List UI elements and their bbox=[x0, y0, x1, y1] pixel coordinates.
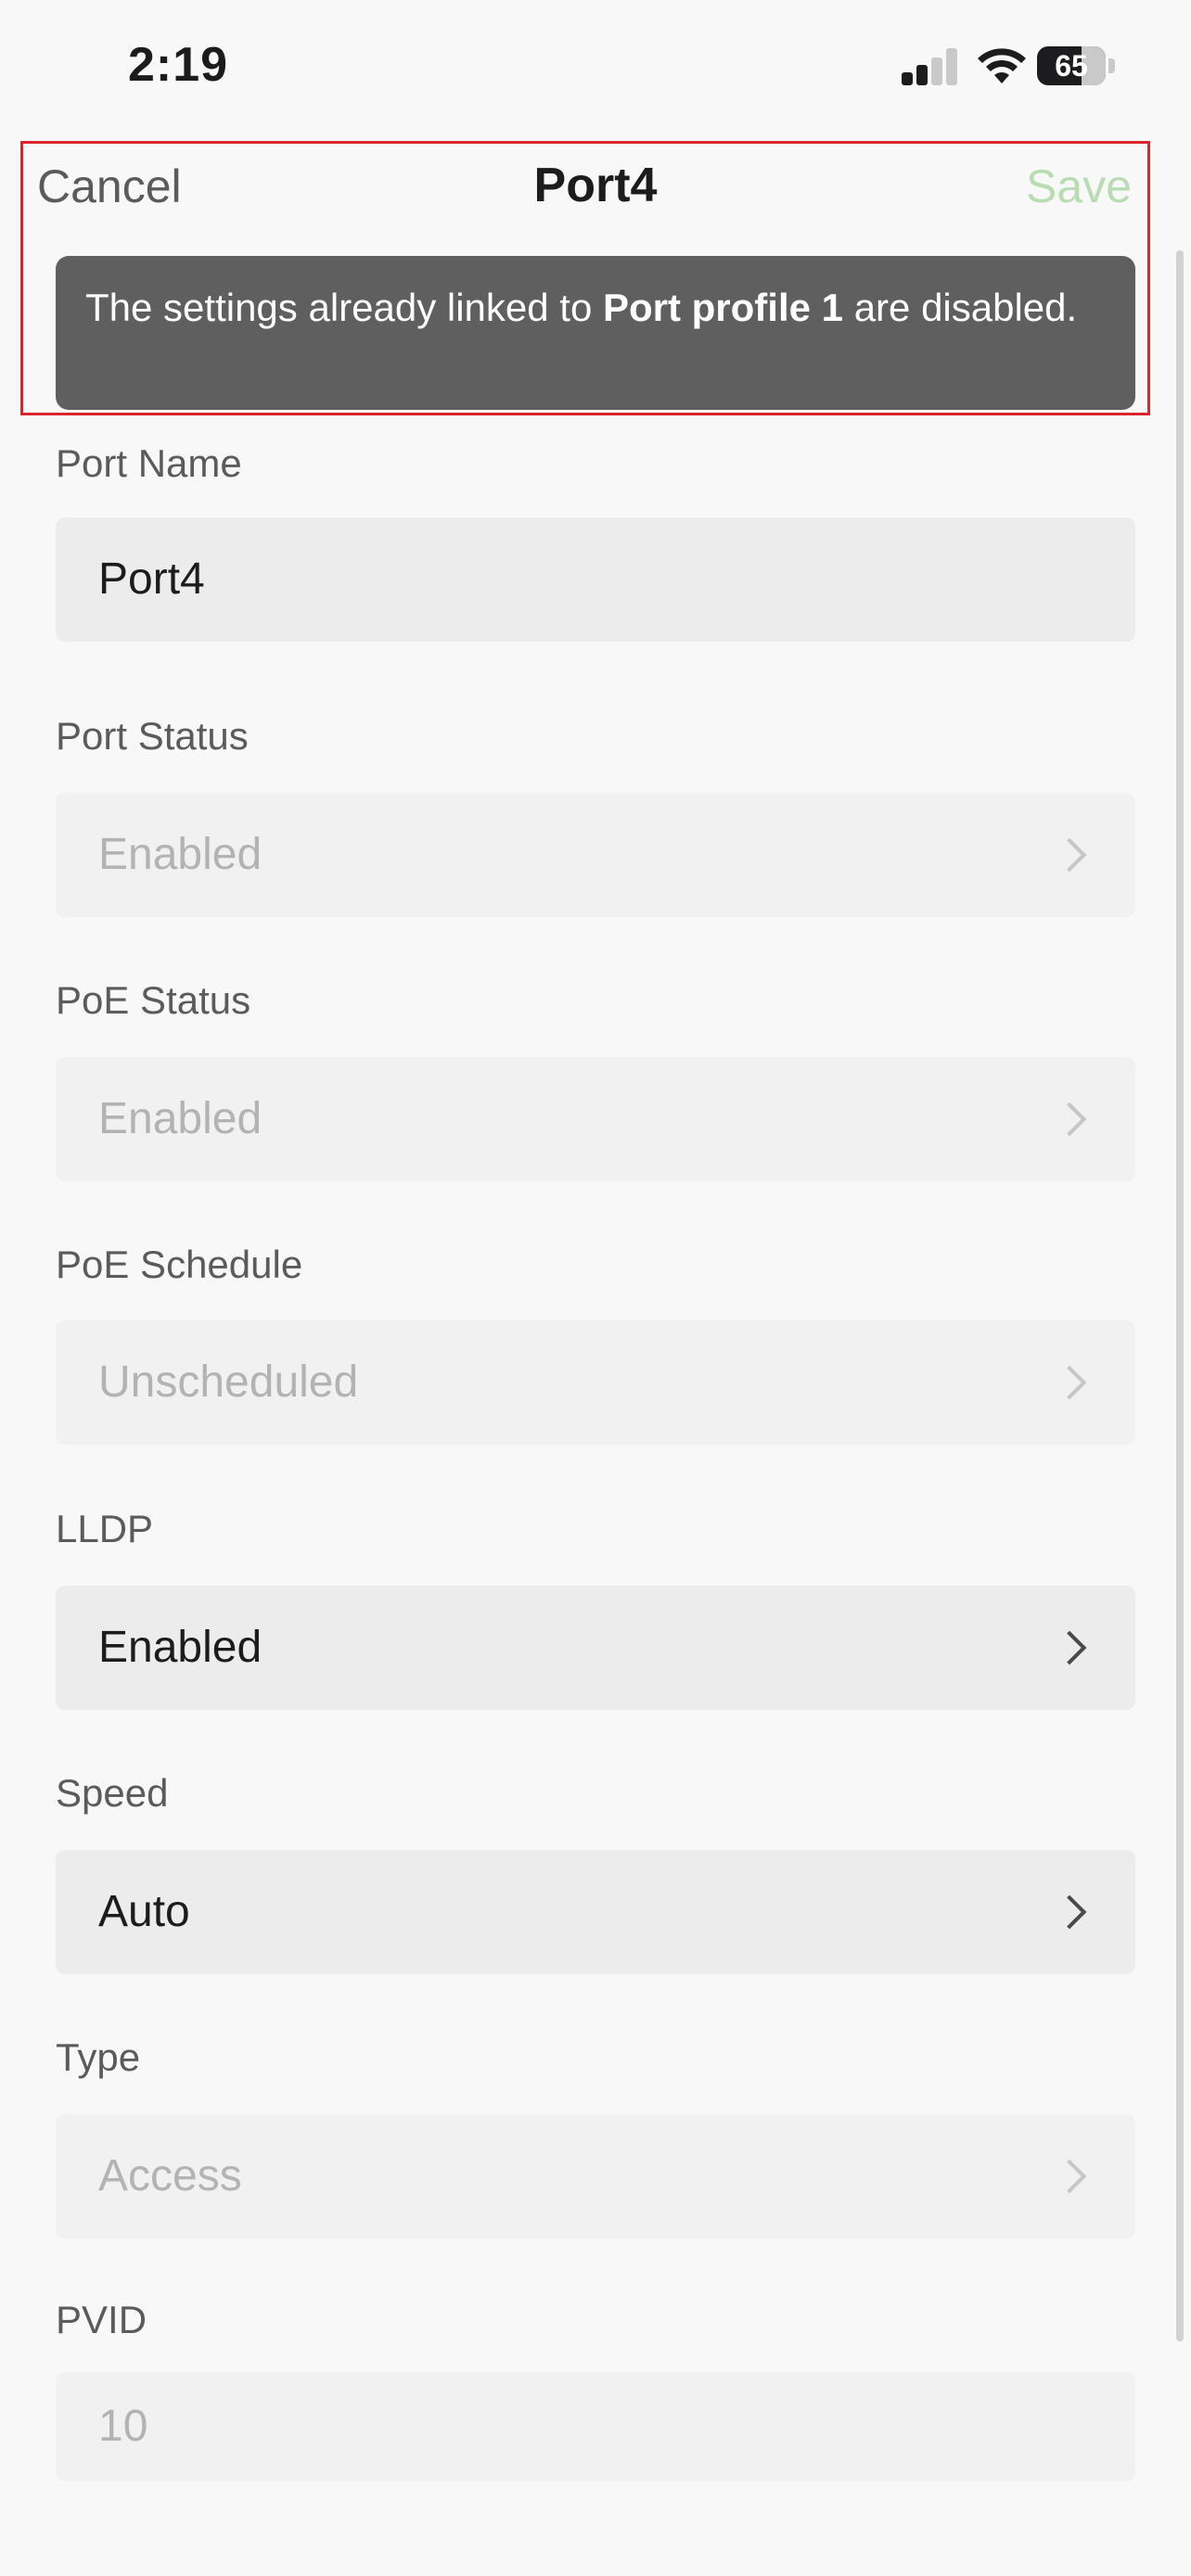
poe-schedule-select: Unscheduled bbox=[56, 1320, 1135, 1445]
pvid-label: PVID bbox=[56, 2298, 147, 2341]
port-name-value: Port4 bbox=[98, 555, 205, 604]
type-select: Access bbox=[56, 2114, 1135, 2238]
poe-status-select: Enabled bbox=[56, 1057, 1135, 1181]
lldp-label: LLDP bbox=[56, 1507, 154, 1550]
chevron-right-icon bbox=[1052, 1894, 1087, 1930]
scrollbar[interactable] bbox=[1176, 250, 1184, 2341]
toast-profile-name: Port profile 1 bbox=[602, 286, 844, 329]
status-bar: 2:19 65 bbox=[0, 0, 1191, 130]
chevron-right-icon bbox=[1052, 1365, 1087, 1400]
battery-icon: 65 bbox=[1037, 46, 1117, 85]
port-status-value: Enabled bbox=[98, 830, 263, 879]
chevron-right-icon bbox=[1052, 1102, 1087, 1137]
save-button[interactable]: Save bbox=[1026, 159, 1132, 213]
toast-text-prefix: The settings already linked to bbox=[85, 286, 603, 329]
speed-select[interactable]: Auto bbox=[56, 1850, 1135, 1974]
lldp-select[interactable]: Enabled bbox=[56, 1586, 1135, 1710]
poe-status-label: PoE Status bbox=[56, 978, 251, 1022]
port-status-label: Port Status bbox=[56, 714, 249, 758]
poe-schedule-label: PoE Schedule bbox=[56, 1243, 303, 1286]
pvid-input: 10 bbox=[56, 2372, 1135, 2481]
wifi-icon bbox=[978, 48, 1026, 83]
battery-level: 65 bbox=[1055, 49, 1088, 83]
chevron-right-icon bbox=[1052, 837, 1087, 873]
port-name-label: Port Name bbox=[56, 441, 242, 485]
type-value: Access bbox=[98, 2151, 242, 2200]
status-time: 2:19 bbox=[128, 38, 229, 92]
page-title: Port4 bbox=[533, 159, 658, 212]
cellular-signal-icon bbox=[902, 48, 957, 85]
chevron-right-icon bbox=[1052, 1630, 1087, 1665]
chevron-right-icon bbox=[1052, 2159, 1087, 2194]
port-name-input[interactable]: Port4 bbox=[56, 517, 1135, 642]
pvid-value: 10 bbox=[98, 2402, 148, 2451]
port-status-select: Enabled bbox=[56, 793, 1135, 917]
poe-schedule-value: Unscheduled bbox=[98, 1358, 359, 1407]
toast-text-suffix: are disabled. bbox=[843, 286, 1078, 329]
type-label: Type bbox=[56, 2035, 141, 2079]
speed-label: Speed bbox=[56, 1771, 169, 1815]
poe-status-value: Enabled bbox=[98, 1094, 263, 1143]
lldp-value: Enabled bbox=[98, 1623, 263, 1672]
speed-value: Auto bbox=[98, 1887, 190, 1936]
info-toast: The settings already linked to Port prof… bbox=[56, 256, 1135, 410]
